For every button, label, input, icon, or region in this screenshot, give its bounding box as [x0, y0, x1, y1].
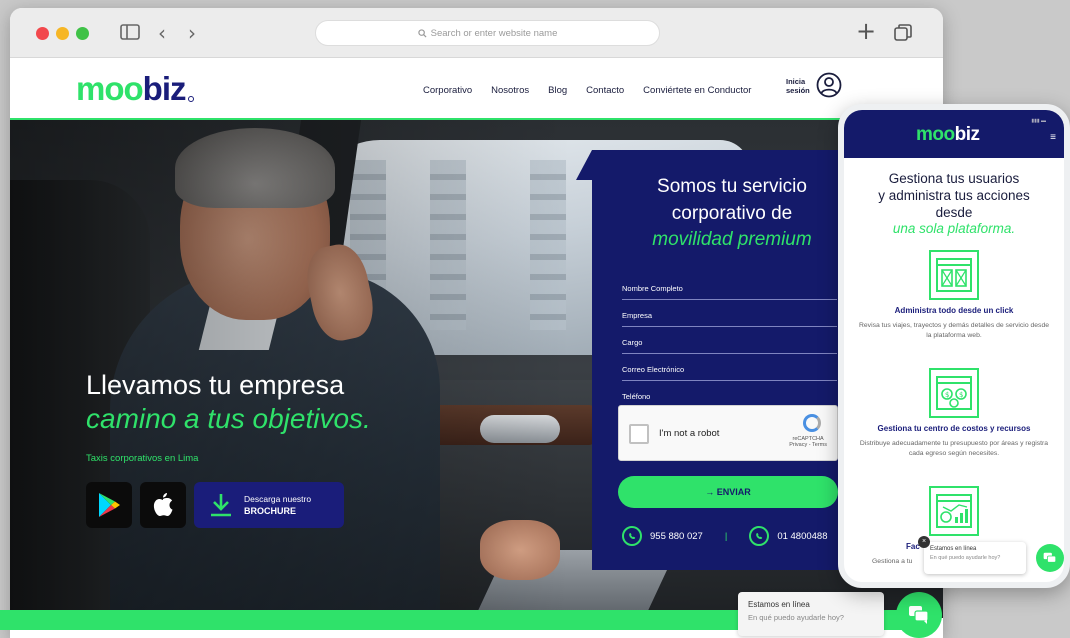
download-icon — [211, 494, 231, 517]
brochure-label-strong: BROCHURE — [244, 506, 297, 516]
mobile-chat-subtitle: En qué puedo ayudarle hoy? — [930, 555, 1001, 561]
form-heading: corporativo de — [671, 203, 793, 224]
mobile-header: moobiz ▮▮▮ ▬ ≡ — [844, 110, 1064, 158]
nav-link-nosotros[interactable]: Nosotros — [491, 85, 529, 96]
feature-text: Revisa tus viajes, trayectos y demás det… — [858, 322, 1050, 339]
company-field[interactable]: Empresa — [622, 301, 837, 327]
close-window-button[interactable] — [36, 27, 49, 40]
phone-number-whatsapp[interactable]: 955 880 027 — [650, 531, 703, 542]
main-nav: Corporativo Nosotros Blog Contacto Convi… — [423, 85, 751, 96]
app-download-buttons: Descarga nuestro BROCHURE — [86, 482, 344, 528]
hero-copy: Llevamos tu empresa camino a tus objetiv… — [86, 370, 371, 464]
hero-title: Llevamos tu empresa — [86, 370, 345, 400]
user-icon[interactable] — [816, 72, 842, 103]
mobile-title: Gestiona tus usuarios y administra tus a… — [878, 171, 1030, 220]
browser-window: ‹ › Search or enter website name + moobi… — [10, 8, 943, 638]
tab-overview-icon[interactable] — [894, 24, 912, 47]
feature-item: $ $ Gestiona tu centro de costos y recurs… — [844, 368, 1064, 459]
recaptcha-widget: I'm not a robot reCAPTCHA Privacy - Terms — [618, 405, 838, 461]
feature-text: Distribuye adecuadamente tu presupuesto … — [859, 440, 1049, 457]
feature-title: Gestiona tu centro de costos y recursos — [877, 424, 1031, 433]
mobile-title-highlight: una sola plataforma. — [892, 221, 1016, 236]
sidebar-toggle-icon[interactable] — [120, 24, 140, 45]
nav-link-conductor[interactable]: Conviértete en Conductor — [643, 85, 751, 96]
hero-section: Llevamos tu empresa camino a tus objetiv… — [10, 120, 943, 618]
feature-title: Administra todo desde un click — [894, 306, 1014, 315]
phone-icon — [749, 526, 770, 546]
feature-item: Administra todo desde un click Revisa tu… — [844, 250, 1064, 341]
login-link[interactable]: Inicia sesión — [786, 77, 810, 95]
chat-icon — [1043, 552, 1057, 563]
mobile-moobiz-logo[interactable]: moobiz — [916, 124, 980, 146]
back-icon[interactable]: ‹ — [158, 21, 166, 45]
position-field[interactable]: Cargo — [622, 328, 837, 354]
mobile-mockup: moobiz ▮▮▮ ▬ ≡ Gestiona tus usuarios y a… — [838, 104, 1070, 588]
contact-phones: 955 880 027 | 01 4800488 — [622, 526, 828, 546]
hamburger-menu-icon[interactable]: ≡ — [1050, 132, 1056, 143]
site-header: moobiz Corporativo Nosotros Blog Contact… — [10, 58, 943, 120]
app-store-button[interactable] — [140, 482, 186, 528]
address-bar[interactable]: Search or enter website name — [315, 20, 660, 46]
download-brochure-button[interactable]: Descarga nuestro BROCHURE — [194, 482, 344, 528]
recaptcha-label: I'm not a robot — [659, 428, 720, 439]
mobile-chat-title: Estamos en línea — [930, 546, 977, 552]
svg-text:$: $ — [945, 391, 949, 399]
chat-bubble[interactable]: Estamos en línea En qué puedo ayudarle h… — [738, 592, 884, 636]
google-play-icon — [99, 493, 120, 517]
hero-tagline: Taxis corporativos en Lima — [86, 453, 199, 464]
whatsapp-icon — [622, 526, 642, 546]
close-icon[interactable]: × — [918, 536, 930, 548]
recaptcha-logo-icon — [803, 414, 821, 432]
recaptcha-checkbox[interactable] — [629, 424, 649, 444]
phone-separator: | — [724, 530, 728, 542]
nav-link-blog[interactable]: Blog — [548, 85, 567, 96]
chat-title: Estamos en línea — [748, 600, 810, 609]
svg-text:$: $ — [959, 391, 963, 399]
browser-toolbar: ‹ › Search or enter website name + — [10, 8, 943, 58]
mobile-chat-bubble[interactable]: × Estamos en línea En qué puedo ayudarle… — [918, 536, 1026, 574]
maximize-window-button[interactable] — [76, 27, 89, 40]
new-tab-button[interactable]: + — [856, 17, 876, 45]
full-name-field[interactable]: Nombre Completo — [622, 274, 837, 300]
submit-button[interactable]: → ENVIAR — [618, 476, 838, 508]
cost-center-icon: $ $ — [929, 368, 979, 418]
address-bar-placeholder: Search or enter website name — [430, 27, 558, 39]
moobiz-logo[interactable]: moobiz — [76, 70, 194, 108]
forward-icon[interactable]: › — [188, 21, 196, 45]
form-heading: Somos tu servicio — [657, 176, 807, 197]
mobile-status-bar: ▮▮▮ ▬ — [1031, 118, 1046, 124]
contact-form-panel: Somos tu servicio corporativo de movilid… — [576, 150, 852, 570]
analytics-icon — [929, 486, 979, 536]
nav-link-contacto[interactable]: Contacto — [586, 85, 624, 96]
recaptcha-brand: reCAPTCHA Privacy - Terms — [789, 436, 827, 448]
browser-layout-icon — [929, 250, 979, 300]
email-field[interactable]: Correo Electrónico — [622, 355, 837, 381]
hero-title-highlight: camino a tus objetivos. — [86, 403, 371, 434]
brochure-label: Descarga nuestro — [244, 494, 312, 504]
mobile-chat-launcher-button[interactable] — [1036, 544, 1064, 572]
chat-icon — [909, 606, 929, 624]
chat-launcher-button[interactable] — [896, 592, 942, 638]
nav-link-corporativo[interactable]: Corporativo — [423, 85, 472, 96]
form-heading-highlight: movilidad premium — [652, 229, 812, 250]
google-play-button[interactable] — [86, 482, 132, 528]
apple-icon — [153, 493, 173, 516]
phone-number-landline[interactable]: 01 4800488 — [777, 531, 827, 542]
search-icon — [417, 28, 427, 38]
minimize-window-button[interactable] — [56, 27, 69, 40]
chat-subtitle: En qué puedo ayudarle hoy? — [748, 613, 844, 622]
